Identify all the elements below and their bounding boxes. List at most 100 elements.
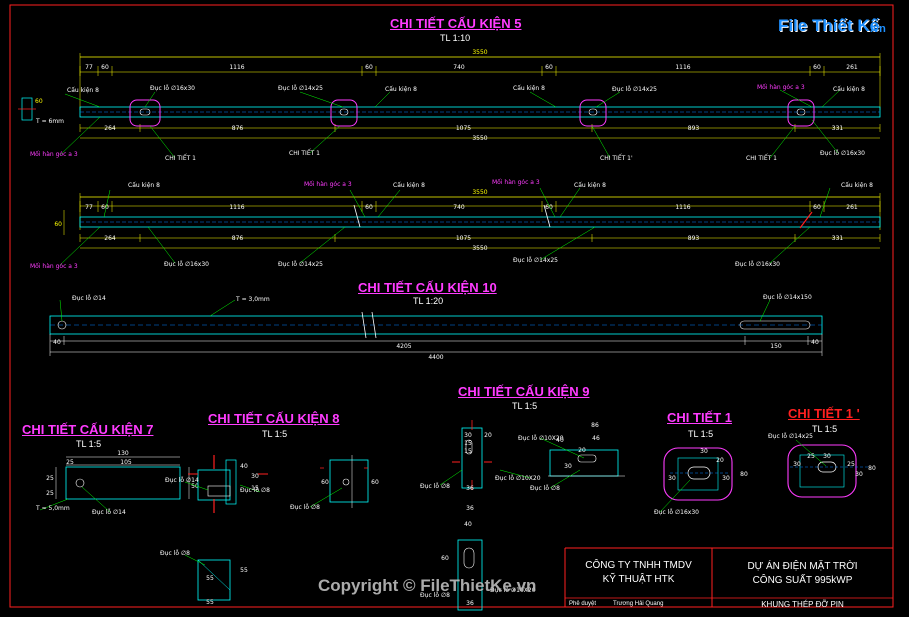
- callout-label: Mối hàn góc a 3: [304, 181, 352, 188]
- ck10-scale: TL 1:20: [413, 296, 444, 306]
- ck5-bottom-elevation: 3550 77 60 1116 60 740 60 1116 60 261 264 876 1075…: [30, 179, 881, 270]
- ck8-scale: TL 1:5: [262, 429, 288, 439]
- ck8-title: CHI TIẾT CẤU KIỆN 8: [208, 411, 340, 426]
- dimension-label: 80: [740, 471, 748, 478]
- logo-suffix: .vn: [870, 23, 886, 35]
- ct1-title: CHI TIẾT 1: [667, 410, 733, 425]
- dimension-label: 25: [66, 459, 74, 466]
- segment-dimension: 60: [365, 204, 373, 211]
- dimension-label: 105: [120, 459, 132, 466]
- callout-label: Đục lỗ ∅14x25: [278, 85, 323, 92]
- segment-dimension: 264: [104, 235, 116, 242]
- callout-label: Đục lỗ ∅16x30: [654, 509, 699, 516]
- callout-label: Cấu kiện 8: [574, 182, 606, 189]
- dimension-label: T = 6mm: [35, 118, 64, 125]
- callout-label: T = 5,0mm: [35, 505, 70, 512]
- dimension-label: 15: [464, 448, 472, 455]
- callout-label: CHI TIẾT 1: [746, 154, 777, 162]
- segment-dimension: 1075: [456, 125, 471, 132]
- dimension-label: 36: [466, 505, 474, 512]
- segment-dimension: 77: [85, 204, 93, 211]
- logo-brand: File Thiết Kế: [778, 16, 880, 35]
- dimension-label: 150: [770, 343, 782, 350]
- segment-dimension: 331: [832, 235, 844, 242]
- detail-ring: [330, 99, 358, 127]
- callout-label: Đục lỗ ∅14: [92, 509, 126, 516]
- ct1p-detail: Đục lỗ ∅14x253025 30253080: [768, 433, 876, 498]
- callout-label: Đục lỗ ∅16x30: [735, 261, 780, 268]
- dimension-label: 40: [240, 463, 248, 470]
- segment-dimension: 60: [101, 64, 109, 71]
- callout-label: Cấu kiện 8: [67, 87, 99, 94]
- dimension-label: 3550: [472, 189, 487, 196]
- dimension-label: 46: [592, 435, 600, 442]
- segment-dimension: 261: [846, 64, 858, 71]
- dimension-label: 25: [847, 461, 855, 468]
- dimension-label: 55: [206, 599, 214, 606]
- segment-dimension: 261: [846, 204, 858, 211]
- segment-dimension: 1075: [456, 235, 471, 242]
- callout-label: Cấu kiện 8: [128, 182, 160, 189]
- callout-label: CHI TIẾT 1: [289, 149, 320, 157]
- ck5-title: CHI TIẾT CẤU KIỆN 5: [390, 16, 522, 31]
- project-line2: CÔNG SUẤT 995kWP: [752, 575, 853, 586]
- detail-ring: [787, 99, 815, 127]
- dimension-label: 30: [251, 473, 259, 480]
- callout-label: Đục lỗ ∅8: [160, 550, 190, 557]
- dimension-label: 55: [240, 567, 248, 574]
- drawing-name: KHUNG THÉP ĐỠ PIN: [761, 600, 844, 609]
- dimension-label: 60: [35, 98, 43, 105]
- cad-drawing-canvas: 3550 77 60 1116 60 740 60 1116 60 261 264 876 1075…: [9, 4, 894, 611]
- dimension-label: 25: [807, 453, 815, 460]
- callout-label: Mối hàn góc a 3: [492, 179, 540, 186]
- ck7-title: CHI TIẾT CẤU KIỆN 7: [22, 422, 154, 437]
- dimension-label: 15: [464, 440, 472, 447]
- dimension-label: 36: [466, 600, 474, 607]
- ck5-top-dim-total: 3550: [472, 49, 487, 56]
- dimension-label: 60: [441, 555, 449, 562]
- ck7-scale: TL 1:5: [76, 439, 102, 449]
- dimension-label: 30: [464, 432, 472, 439]
- dimension-label: 30: [855, 471, 863, 478]
- ct1p-title: CHI TIẾT 1 ': [788, 406, 860, 421]
- dimension-label: 30: [700, 448, 708, 455]
- ck5-scale: TL 1:10: [440, 33, 471, 43]
- dimension-label: 20: [716, 457, 724, 464]
- dimension-label: 86: [591, 422, 599, 429]
- approved-name: Trương Hải Quang: [613, 601, 664, 607]
- callout-label: Cấu kiện 8: [385, 86, 417, 93]
- dimension-label: 30: [823, 453, 831, 460]
- approved-label: Phê duyệt: [569, 601, 597, 607]
- segment-dimension: 1116: [675, 204, 690, 211]
- callout-label: Đục lỗ ∅14x25: [513, 257, 558, 264]
- callout-label: Đục lỗ ∅14: [72, 295, 106, 302]
- callout-label: Đục lỗ ∅14x25: [612, 86, 657, 93]
- callout-label: Cấu kiện 8: [393, 182, 425, 189]
- dimension-label: 40: [464, 521, 472, 528]
- ct1-detail: Đục lỗ ∅16x30 30 30 20 30 80: [654, 447, 748, 516]
- callout-label: CHI TIẾT 1: [165, 154, 196, 162]
- segment-dimension: 740: [453, 64, 465, 71]
- ck9-title: CHI TIẾT CẤU KIỆN 9: [458, 384, 590, 399]
- segment-dimension: 1116: [229, 204, 244, 211]
- company-line1: CÔNG TY TNHH TMDV: [585, 560, 692, 571]
- dimension-label: 30: [793, 461, 801, 468]
- dimension-label: 60: [371, 479, 379, 486]
- dimension-label: 55: [206, 575, 214, 582]
- dimension-label: 60: [54, 221, 62, 228]
- dimension-label: 25: [46, 475, 54, 482]
- dimension-label: 4205: [396, 343, 411, 350]
- detail-ring: [579, 99, 607, 127]
- callout-label: Đục lỗ ∅16x30: [820, 150, 865, 157]
- segment-dimension: 60: [365, 64, 373, 71]
- dimension-label: 30: [722, 475, 730, 482]
- segment-dimension: 893: [688, 125, 700, 132]
- total-dimension: 3550: [472, 245, 487, 252]
- ck5-top-elevation: 3550 77 60 1116 60 740 60 1116 60 261 264 876 1075…: [18, 49, 881, 162]
- callout-label: Đục lỗ ∅14: [165, 477, 199, 484]
- site-logo[interactable]: File Thiết Kế .vn: [770, 14, 900, 46]
- callout-label: Đục lỗ ∅8: [420, 483, 450, 490]
- callout-label: CHI TIẾT 1': [600, 154, 633, 162]
- dimension-label: 25: [46, 490, 54, 497]
- dimension-label: 80: [868, 465, 876, 472]
